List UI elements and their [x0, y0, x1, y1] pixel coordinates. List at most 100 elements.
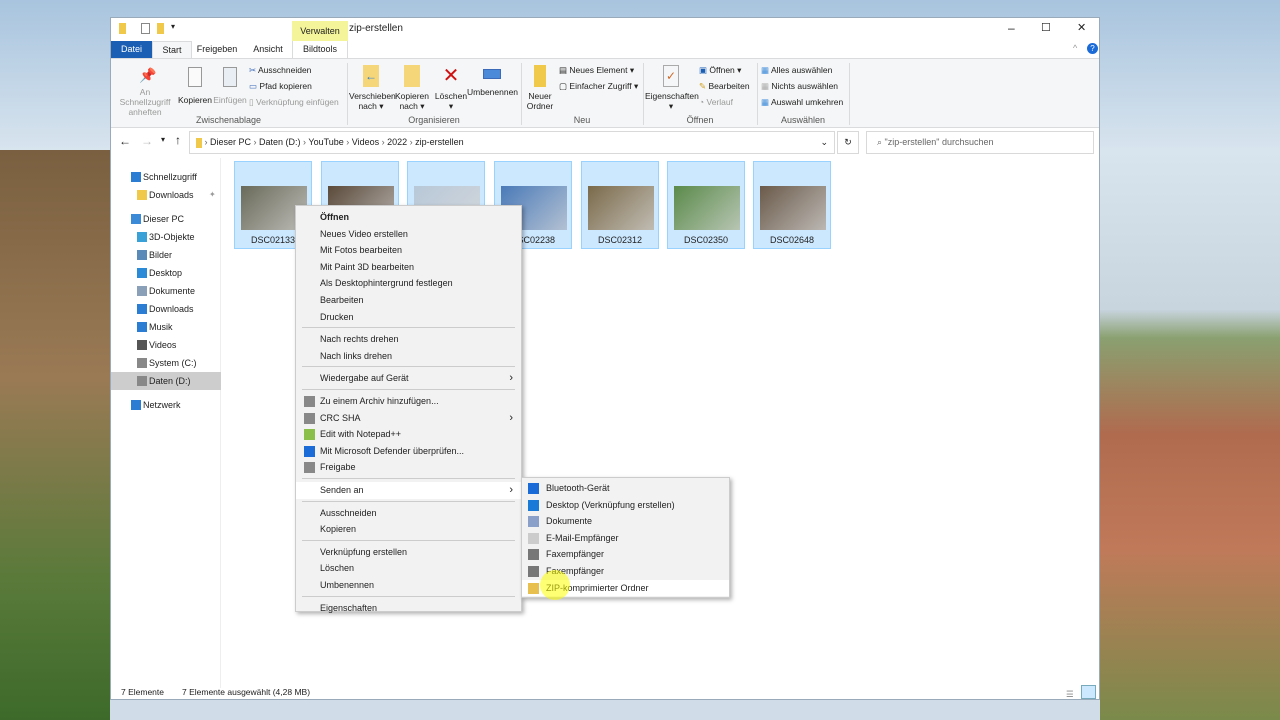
new-item-button[interactable]: ▤ Neues Element ▾ — [559, 65, 634, 76]
nav-item[interactable]: Dokumente — [111, 282, 221, 300]
properties-qat-icon[interactable] — [141, 23, 150, 34]
address-bar[interactable]: › Dieser PC › Daten (D:) › YouTube › Vid… — [189, 131, 835, 154]
context-menu-item[interactable]: Neues Video erstellen — [296, 226, 521, 243]
nav-item[interactable]: Schnellzugriff — [111, 168, 221, 186]
context-menu-item[interactable]: Nach links drehen — [296, 348, 521, 365]
context-menu-item[interactable]: Freigabe — [296, 459, 521, 476]
collapse-ribbon-icon[interactable]: ^ — [1073, 43, 1077, 53]
pin-quick-access-button[interactable]: 📌 An Schnellzugriff anheften — [115, 67, 175, 117]
context-menu-item[interactable]: Eigenschaften — [296, 600, 521, 617]
select-all-button[interactable]: ▦ Alles auswählen — [761, 65, 832, 76]
breadcrumb-separator[interactable]: › — [379, 137, 387, 147]
address-dropdown-icon[interactable]: ⌄ — [820, 132, 828, 153]
context-menu-item[interactable]: Umbenennen — [296, 577, 521, 594]
nav-item[interactable]: Musik — [111, 318, 221, 336]
search-input[interactable]: ⌕ "zip-erstellen" durchsuchen — [866, 131, 1094, 154]
file-item[interactable]: DSC02350 — [667, 161, 745, 249]
nav-item[interactable]: Downloads ✦ — [111, 186, 221, 204]
context-menu-item[interactable]: Bearbeiten — [296, 292, 521, 309]
copy-button[interactable]: Kopieren — [177, 67, 213, 105]
context-menu-item[interactable]: Ausschneiden — [296, 505, 521, 522]
tab-freigeben[interactable]: Freigeben — [195, 41, 239, 58]
context-menu-item[interactable]: Edit with Notepad++ — [296, 426, 521, 443]
ribbon-separator — [849, 63, 850, 125]
details-view-button[interactable]: ☰ — [1066, 686, 1078, 699]
edit-button[interactable]: ✎ Bearbeiten — [699, 81, 750, 92]
context-menu-item[interactable]: Kopieren — [296, 521, 521, 538]
nav-item[interactable]: Netzwerk — [111, 396, 221, 414]
large-icons-view-button[interactable] — [1081, 685, 1096, 699]
up-button[interactable]: ↑ — [175, 133, 181, 147]
context-menu-item[interactable]: Nach rechts drehen — [296, 331, 521, 348]
file-item[interactable]: DSC02312 — [581, 161, 659, 249]
file-item[interactable]: DSC02648 — [753, 161, 831, 249]
context-menu-item[interactable]: Verknüpfung erstellen — [296, 544, 521, 561]
breadcrumb-separator[interactable]: › — [344, 137, 352, 147]
tab-ansicht[interactable]: Ansicht — [246, 41, 290, 58]
invert-selection-button[interactable]: ▦ Auswahl umkehren — [761, 97, 843, 108]
close-button[interactable]: ✕ — [1077, 21, 1086, 34]
copy-to-button[interactable]: Kopieren nach ▾ — [394, 65, 430, 112]
scissors-icon: ✂ — [249, 65, 259, 75]
nav-item[interactable]: Downloads — [111, 300, 221, 318]
breadcrumb-item[interactable]: 2022 — [387, 137, 407, 147]
send-to-item[interactable]: Faxempfänger — [522, 546, 729, 562]
breadcrumb-separator[interactable]: › — [251, 137, 259, 147]
paste-button[interactable]: Einfügen — [213, 67, 247, 105]
context-menu-item[interactable]: Löschen — [296, 560, 521, 577]
tab-datei[interactable]: Datei — [111, 41, 152, 58]
context-menu-item[interactable]: Als Desktophintergrund festlegen — [296, 275, 521, 292]
move-to-button[interactable]: ← Verschieben nach ▾ — [349, 65, 396, 112]
breadcrumb-item[interactable]: Videos — [352, 137, 379, 147]
back-button[interactable]: ← — [119, 134, 131, 148]
tab-bildtools[interactable]: Bildtools — [292, 41, 348, 58]
delete-button[interactable]: ✕ Löschen ▾ — [433, 65, 469, 112]
nav-item[interactable]: 3D-Objekte — [111, 228, 221, 246]
new-folder-qat-icon[interactable] — [157, 23, 164, 34]
context-menu-item[interactable]: Wiedergabe auf Gerät › — [296, 370, 521, 387]
context-menu-item[interactable]: Zu einem Archiv hinzufügen... — [296, 393, 521, 410]
paste-shortcut-button[interactable]: ▯ Verknüpfung einfügen — [249, 97, 339, 108]
send-to-item[interactable]: Bluetooth-Gerät — [522, 480, 729, 496]
select-none-button[interactable]: ▦ Nichts auswählen — [761, 81, 838, 92]
breadcrumb-item[interactable]: YouTube — [308, 137, 343, 147]
nav-item[interactable]: Daten (D:) — [111, 372, 221, 390]
send-to-item[interactable]: E-Mail-Empfänger — [522, 530, 729, 546]
breadcrumb-item[interactable]: zip-erstellen — [415, 137, 464, 147]
nav-item[interactable]: Dieser PC — [111, 210, 221, 228]
context-menu-item[interactable]: Senden an › — [296, 482, 521, 499]
new-folder-button[interactable]: Neuer Ordner — [523, 65, 557, 111]
context-menu-item[interactable]: Mit Paint 3D bearbeiten — [296, 259, 521, 276]
qat-dropdown-icon[interactable]: ▾ — [171, 22, 175, 31]
pin-icon[interactable]: ✦ — [209, 186, 216, 204]
rename-button[interactable]: Umbenennen — [467, 65, 518, 97]
nav-item[interactable]: Videos — [111, 336, 221, 354]
breadcrumb-separator[interactable]: › — [407, 137, 415, 147]
recent-locations-icon[interactable]: ▾ — [161, 135, 165, 144]
tab-start[interactable]: Start — [152, 41, 192, 58]
minimize-button[interactable]: – — [1008, 21, 1015, 35]
history-button[interactable]: ◔ Verlauf — [699, 97, 733, 107]
context-menu-item[interactable]: CRC SHA › — [296, 410, 521, 427]
nav-item[interactable]: Desktop — [111, 264, 221, 282]
image-thumbnail — [588, 186, 654, 230]
nav-item[interactable]: Bilder — [111, 246, 221, 264]
maximize-button[interactable]: ☐ — [1041, 21, 1051, 34]
copy-path-button[interactable]: ▭ Pfad kopieren — [249, 81, 312, 92]
easy-access-button[interactable]: ▢ Einfacher Zugriff ▾ — [559, 81, 638, 92]
refresh-button[interactable]: ↻ — [837, 131, 859, 154]
breadcrumb-item[interactable]: Dieser PC — [210, 137, 251, 147]
help-icon[interactable]: ? — [1087, 43, 1098, 54]
breadcrumb-item[interactable]: Daten (D:) — [259, 137, 301, 147]
context-menu-item[interactable]: Öffnen — [296, 209, 521, 226]
nav-item[interactable]: System (C:) — [111, 354, 221, 372]
forward-button[interactable]: → — [141, 134, 153, 148]
context-menu-item[interactable]: Mit Fotos bearbeiten — [296, 242, 521, 259]
properties-button[interactable]: ✓ Eigenschaften ▾ — [645, 65, 699, 112]
context-menu-item[interactable]: Mit Microsoft Defender überprüfen... — [296, 443, 521, 460]
open-button[interactable]: ▣ Öffnen ▾ — [699, 65, 741, 76]
context-menu-item[interactable]: Drucken — [296, 309, 521, 326]
send-to-item[interactable]: Dokumente — [522, 513, 729, 529]
cut-button[interactable]: ✂ Ausschneiden — [249, 65, 311, 76]
send-to-item[interactable]: Desktop (Verknüpfung erstellen) — [522, 497, 729, 513]
